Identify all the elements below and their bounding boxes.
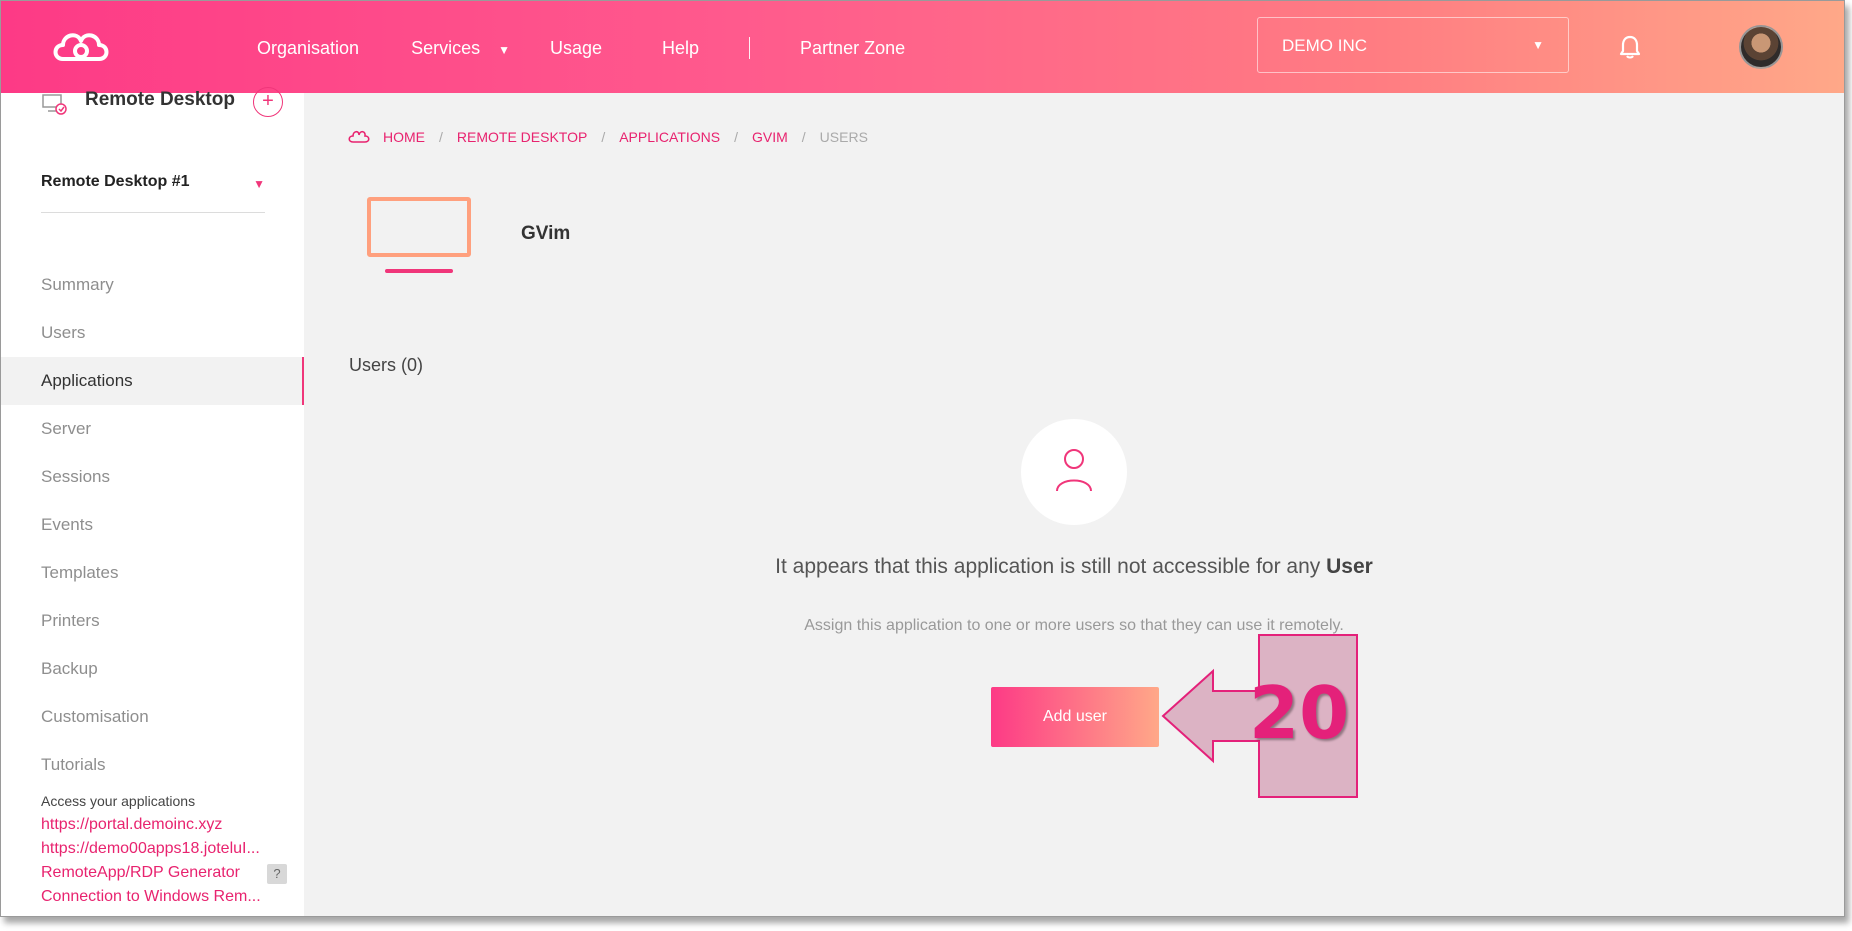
sidebar-item-applications[interactable]: Applications (1, 357, 304, 405)
access-applications: Access your applications https://portal.… (41, 793, 296, 909)
users-count: Users (0) (349, 355, 424, 375)
apps-server-link[interactable]: https://demo00apps18.joteluI... (41, 837, 271, 861)
empty-state-title-emphasis: User (1326, 555, 1373, 578)
breadcrumb-applications[interactable]: APPLICATIONS (619, 129, 720, 145)
help-icon[interactable]: ? (267, 864, 287, 884)
access-label: Access your applications (41, 793, 196, 809)
monitor-icon (367, 197, 471, 257)
portal-link[interactable]: https://portal.demoinc.xyz (41, 813, 271, 837)
sidebar: Remote Desktop + Remote Desktop #1 ▼ Sum… (1, 87, 304, 916)
chevron-down-icon: ▼ (1532, 38, 1544, 52)
sidebar-item-server[interactable]: Server (1, 405, 304, 453)
sidebar-item-users[interactable]: Users (1, 309, 304, 357)
sidebar-menu: Summary Users Applications Server Sessio… (1, 261, 304, 789)
sidebar-item-backup[interactable]: Backup (1, 645, 304, 693)
cloud-logo-icon[interactable] (49, 27, 113, 67)
organization-select-value: DEMO INC (1282, 36, 1367, 55)
nav-usage[interactable]: Usage (550, 38, 602, 59)
add-user-button[interactable]: Add user (991, 687, 1159, 747)
top-navigation-bar: Organisation Services ▼ Usage Help Partne… (1, 1, 1844, 93)
sidebar-item-sessions[interactable]: Sessions (1, 453, 304, 501)
empty-state-subtitle: Assign this application to one or more u… (804, 617, 1344, 634)
cloud-home-icon[interactable] (347, 130, 371, 144)
sidebar-item-summary[interactable]: Summary (1, 261, 304, 309)
sidebar-item-tutorials[interactable]: Tutorials (1, 741, 304, 789)
callout-number: 20 (1249, 671, 1350, 755)
nav-services-label: Services (411, 37, 481, 58)
breadcrumb-home[interactable]: HOME (383, 129, 425, 145)
desktop-select-value: Remote Desktop #1 (41, 173, 190, 190)
breadcrumb-users: USERS (819, 129, 868, 145)
add-desktop-button[interactable]: + (253, 87, 283, 117)
nav-organisation[interactable]: Organisation (257, 38, 359, 59)
empty-state-title: It appears that this application is stil… (1, 555, 1844, 579)
sidebar-title: Remote Desktop (85, 89, 235, 110)
chevron-down-icon: ▼ (498, 42, 510, 57)
empty-state-badge (1021, 419, 1127, 525)
remote-desktop-icon (42, 94, 67, 115)
organization-select[interactable]: DEMO INC ▼ (1257, 17, 1569, 73)
bell-icon[interactable] (1619, 35, 1641, 59)
breadcrumb: HOME / REMOTE DESKTOP / APPLICATIONS / G… (347, 129, 868, 145)
nav-help[interactable]: Help (662, 38, 699, 59)
rdp-generator-link[interactable]: RemoteApp/RDP Generator (41, 861, 271, 885)
sidebar-item-events[interactable]: Events (1, 501, 304, 549)
breadcrumb-separator: / (601, 129, 606, 145)
windows-connection-link[interactable]: Connection to Windows Rem... (41, 885, 271, 909)
breadcrumb-gvim[interactable]: GVIM (752, 129, 788, 145)
app-window: Organisation Services ▼ Usage Help Partne… (0, 0, 1845, 917)
desktop-select[interactable]: Remote Desktop #1 ▼ (41, 173, 265, 213)
sidebar-header: Remote Desktop + (41, 87, 291, 123)
app-name: GVim (521, 223, 571, 244)
main-nav: Organisation Services ▼ Usage Help Partne… (257, 37, 905, 59)
avatar[interactable] (1739, 25, 1783, 69)
chevron-down-icon: ▼ (253, 177, 265, 191)
breadcrumb-remote-desktop[interactable]: REMOTE DESKTOP (457, 129, 587, 145)
sidebar-item-customisation[interactable]: Customisation (1, 693, 304, 741)
nav-divider (749, 37, 751, 59)
breadcrumb-separator: / (801, 129, 806, 145)
empty-state-title-text: It appears that this application is stil… (775, 555, 1321, 578)
breadcrumb-separator: / (439, 129, 443, 145)
app-icon-underline (385, 269, 453, 273)
user-icon (1056, 449, 1092, 492)
breadcrumb-separator: / (734, 129, 738, 145)
nav-partner-zone[interactable]: Partner Zone (800, 38, 905, 59)
nav-services[interactable]: Services ▼ (411, 38, 510, 59)
